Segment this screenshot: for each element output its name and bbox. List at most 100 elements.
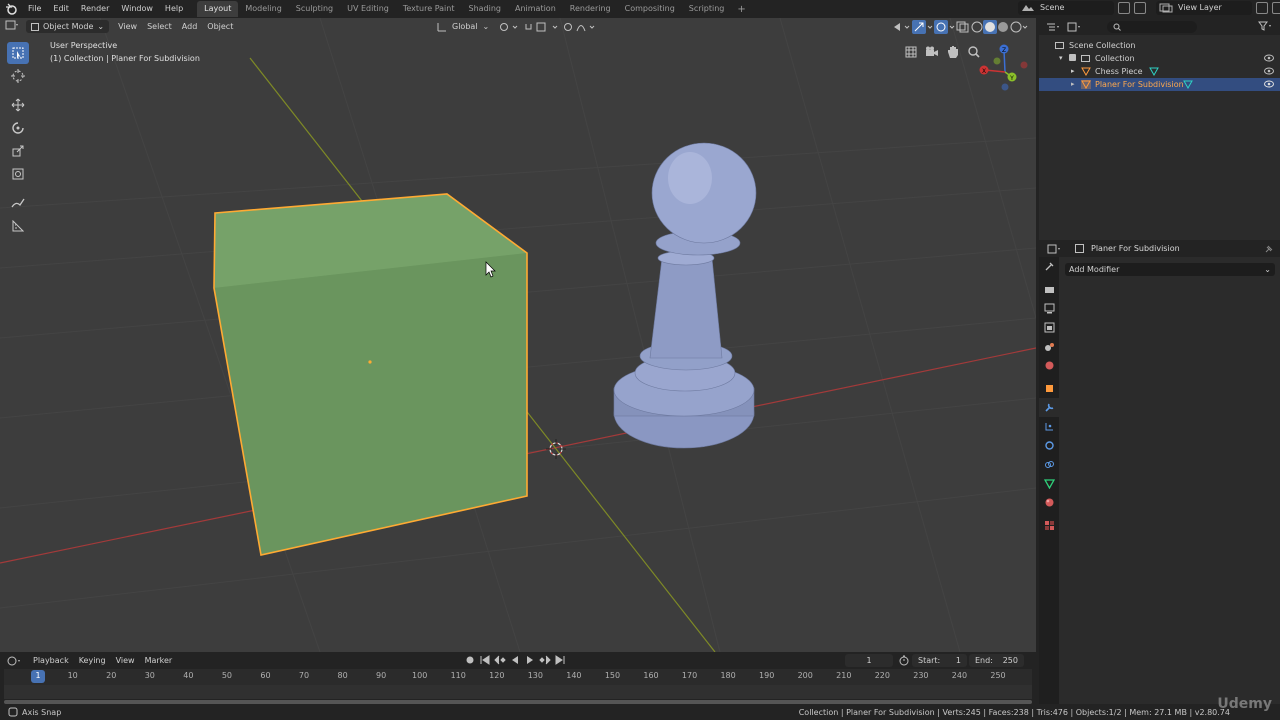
timeline-ruler[interactable]: 1 10 20 30 40 50 60 70 80 90 100 110 120 130 140 150 160… <box>4 669 1032 685</box>
outliner-row-planer-for-subdivision[interactable]: ▸ Planer For Subdivision <box>1039 78 1280 91</box>
scale-tool-icon[interactable] <box>7 140 29 162</box>
particles-properties-icon[interactable] <box>1039 417 1059 436</box>
stopwatch-icon[interactable] <box>898 654 910 666</box>
outliner-editor-type-icon[interactable] <box>1039 20 1067 33</box>
timeline-editor-type-icon[interactable] <box>0 656 28 666</box>
menu-add[interactable]: Add <box>177 20 203 33</box>
menu-file[interactable]: File <box>22 0 47 18</box>
new-scene-icon[interactable] <box>1118 2 1130 14</box>
rotate-tool-icon[interactable] <box>7 117 29 139</box>
menu-help[interactable]: Help <box>159 0 189 18</box>
properties-editor-type-icon[interactable] <box>1039 242 1069 255</box>
menu-edit[interactable]: Edit <box>47 0 75 18</box>
blender-logo-icon[interactable] <box>0 0 22 18</box>
output-properties-icon[interactable] <box>1039 299 1059 318</box>
tab-layout[interactable]: Layout <box>197 1 239 17</box>
jump-end-icon[interactable] <box>554 655 566 665</box>
scene-properties-icon[interactable] <box>1039 337 1059 356</box>
object-data-properties-icon[interactable] <box>1039 474 1059 493</box>
delete-scene-icon[interactable] <box>1134 2 1146 14</box>
snap-icon[interactable] <box>523 22 563 32</box>
render-properties-icon[interactable] <box>1039 280 1059 299</box>
menu-playback[interactable]: Playback <box>28 654 74 667</box>
transform-tool-icon[interactable] <box>7 163 29 185</box>
menu-window[interactable]: Window <box>115 0 159 18</box>
material-properties-icon[interactable] <box>1039 493 1059 512</box>
outliner-search-input[interactable] <box>1107 20 1197 33</box>
menu-timeline-view[interactable]: View <box>111 654 140 667</box>
menu-marker[interactable]: Marker <box>140 654 178 667</box>
menu-view[interactable]: View <box>113 20 142 33</box>
eye-icon[interactable] <box>1264 80 1274 88</box>
display-mode-icon[interactable] <box>1067 20 1089 33</box>
scene-field[interactable]: Scene <box>1018 1 1114 15</box>
menu-object[interactable]: Object <box>202 20 238 33</box>
prev-keyframe-icon[interactable] <box>494 655 506 665</box>
tab-sculpting[interactable]: Sculpting <box>289 1 340 17</box>
editor-type-icon[interactable] <box>0 20 26 33</box>
timeline-track-area[interactable] <box>4 685 1032 699</box>
outliner-row-scene-collection[interactable]: Scene Collection <box>1039 39 1280 52</box>
menu-keying[interactable]: Keying <box>74 654 111 667</box>
next-keyframe-icon[interactable] <box>539 655 551 665</box>
tab-animation[interactable]: Animation <box>508 1 563 17</box>
camera-view-icon[interactable] <box>923 44 941 60</box>
expand-arrow-icon[interactable]: ▸ <box>1071 78 1075 91</box>
mode-dropdown[interactable]: Object Mode ⌄ <box>26 20 110 33</box>
jump-start-icon[interactable] <box>479 655 491 665</box>
add-modifier-dropdown[interactable]: Add Modifier ⌄ <box>1065 263 1275 276</box>
end-frame-field[interactable]: End: 250 <box>969 654 1024 667</box>
proportional-edit-icon[interactable] <box>563 22 599 32</box>
world-properties-icon[interactable] <box>1039 356 1059 375</box>
pivot-icon[interactable] <box>499 22 523 32</box>
tab-uv-editing[interactable]: UV Editing <box>340 1 396 17</box>
menu-render[interactable]: Render <box>75 0 115 18</box>
filter-icon[interactable] <box>1258 21 1274 33</box>
texture-properties-icon[interactable] <box>1039 516 1059 535</box>
measure-tool-icon[interactable] <box>7 215 29 237</box>
axis-gizmo[interactable]: Z Y X <box>975 40 1035 100</box>
expand-arrow-icon[interactable]: ▾ <box>1059 52 1063 65</box>
select-box-tool-icon[interactable] <box>7 42 29 64</box>
modifier-properties-icon[interactable] <box>1039 398 1059 417</box>
outliner-row-collection[interactable]: ▾ Collection <box>1039 52 1280 65</box>
cursor-tool-icon[interactable] <box>7 65 29 87</box>
record-icon[interactable] <box>464 655 476 665</box>
tab-modeling[interactable]: Modeling <box>238 1 288 17</box>
grid-view-icon[interactable] <box>902 44 920 60</box>
menu-select[interactable]: Select <box>142 20 177 33</box>
delete-view-layer-icon[interactable] <box>1272 2 1280 14</box>
pin-icon[interactable] <box>1264 244 1274 254</box>
visibility-icon[interactable] <box>892 21 912 33</box>
pan-hand-icon[interactable] <box>944 44 962 60</box>
add-workspace-icon[interactable]: + <box>731 4 751 15</box>
outliner-row-chess-piece[interactable]: ▸ Chess Piece <box>1039 65 1280 78</box>
tool-settings-icon[interactable] <box>1039 257 1059 276</box>
checkbox-icon[interactable] <box>1069 54 1076 61</box>
play-icon[interactable] <box>524 655 536 665</box>
new-view-layer-icon[interactable] <box>1256 2 1268 14</box>
eye-icon[interactable] <box>1264 54 1274 62</box>
transform-orientation[interactable]: Global <box>447 20 483 33</box>
start-frame-field[interactable]: Start: 1 <box>912 654 967 667</box>
annotate-tool-icon[interactable] <box>7 192 29 214</box>
viewport-shading-icon[interactable] <box>970 20 1030 34</box>
xray-icon[interactable] <box>956 21 970 33</box>
move-tool-icon[interactable] <box>7 94 29 116</box>
physics-properties-icon[interactable] <box>1039 436 1059 455</box>
eye-icon[interactable] <box>1264 67 1274 75</box>
object-properties-icon[interactable] <box>1039 379 1059 398</box>
play-reverse-icon[interactable] <box>509 655 521 665</box>
overlays-icon[interactable] <box>934 20 956 34</box>
3d-viewport[interactable]: Object Mode ⌄ View Select Add Object Glo… <box>0 18 1036 652</box>
tab-rendering[interactable]: Rendering <box>563 1 618 17</box>
tab-texture-paint[interactable]: Texture Paint <box>396 1 462 17</box>
tab-shading[interactable]: Shading <box>461 1 508 17</box>
constraints-properties-icon[interactable] <box>1039 455 1059 474</box>
view-layer-properties-icon[interactable] <box>1039 318 1059 337</box>
tab-scripting[interactable]: Scripting <box>682 1 732 17</box>
current-frame-field[interactable]: 1 <box>845 654 893 667</box>
tab-compositing[interactable]: Compositing <box>618 1 682 17</box>
view-layer-field[interactable]: View Layer <box>1156 1 1252 15</box>
gizmo-toggle-icon[interactable] <box>912 20 934 34</box>
